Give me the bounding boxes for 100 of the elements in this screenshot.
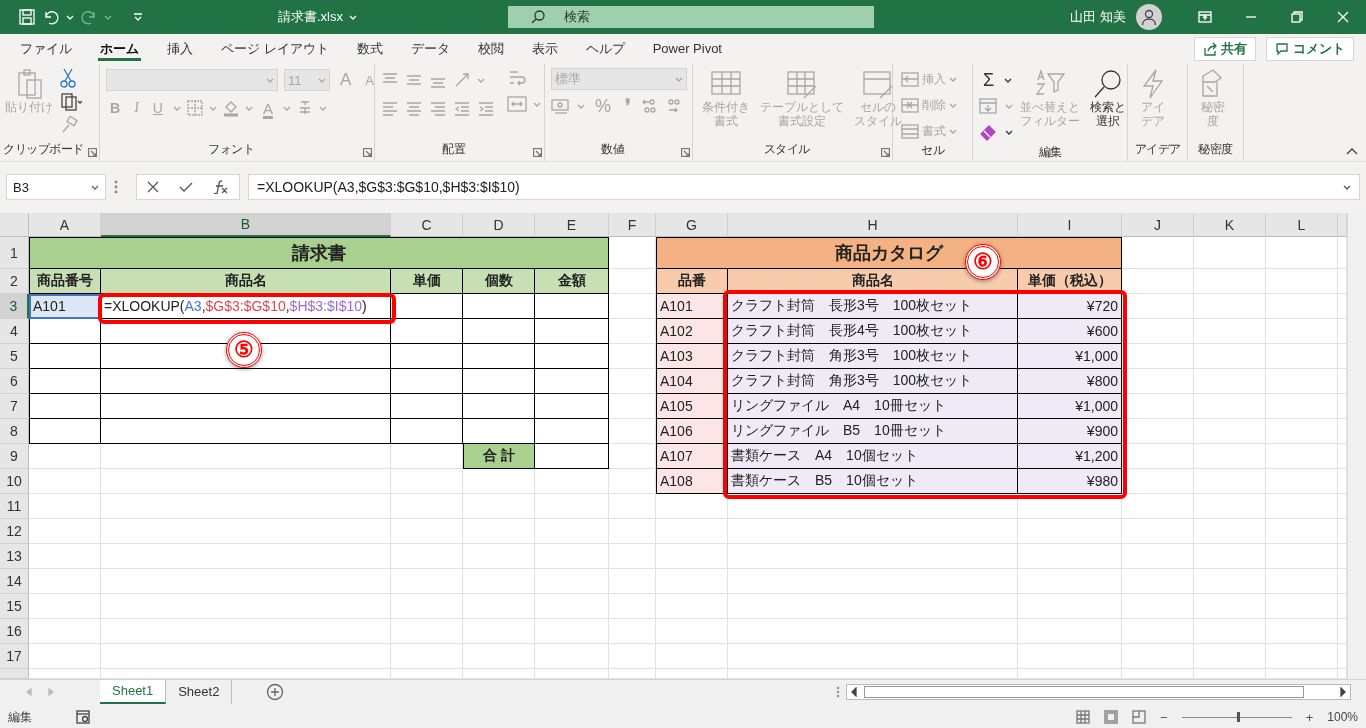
caret-icon[interactable] xyxy=(91,183,99,191)
copy-icon[interactable] xyxy=(60,92,82,112)
empty-cell[interactable] xyxy=(463,569,535,594)
empty-cell[interactable] xyxy=(1122,619,1194,644)
ribbon-tab[interactable]: 表示 xyxy=(517,34,572,64)
ribbon-tab[interactable]: ホーム xyxy=(86,34,153,64)
share-button[interactable]: 共有 xyxy=(1194,37,1256,61)
column-header[interactable] xyxy=(1338,213,1347,237)
empty-cell[interactable] xyxy=(463,544,535,569)
empty-cell[interactable] xyxy=(1266,469,1338,494)
empty-cell[interactable] xyxy=(1122,494,1194,519)
row-header[interactable]: 16 xyxy=(0,619,29,644)
ribbon-tab[interactable]: 挿入 xyxy=(153,34,207,64)
empty-cell[interactable] xyxy=(1194,569,1266,594)
empty-cell[interactable] xyxy=(101,444,391,469)
empty-cell[interactable] xyxy=(728,619,1018,644)
empty-cell[interactable] xyxy=(463,519,535,544)
empty-cell[interactable] xyxy=(656,569,728,594)
row-header[interactable]: 14 xyxy=(0,569,29,594)
empty-cell[interactable] xyxy=(1266,569,1338,594)
empty-cell[interactable] xyxy=(1266,369,1338,394)
currency-icon[interactable] xyxy=(551,97,571,115)
row-header[interactable]: 11 xyxy=(0,494,29,519)
column-header[interactable]: B xyxy=(101,213,391,237)
dialog-launcher-icon[interactable] xyxy=(88,148,97,157)
empty-cell[interactable] xyxy=(1018,519,1122,544)
empty-cell[interactable] xyxy=(1266,394,1338,419)
empty-cell[interactable] xyxy=(1266,269,1338,294)
sheet-tab[interactable]: Sheet2 xyxy=(166,679,233,704)
format-painter-icon[interactable] xyxy=(60,116,78,134)
name-box[interactable]: B3 xyxy=(6,174,106,200)
select-all-button[interactable] xyxy=(0,213,29,237)
empty-cell[interactable] xyxy=(1122,519,1194,544)
horizontal-scrollbar[interactable] xyxy=(846,683,1351,700)
page-break-icon[interactable] xyxy=(1132,710,1147,724)
empty-cell[interactable] xyxy=(1194,519,1266,544)
row-header[interactable]: 12 xyxy=(0,519,29,544)
enter-icon[interactable] xyxy=(179,181,193,193)
empty-cell[interactable] xyxy=(728,519,1018,544)
empty-cell[interactable] xyxy=(463,469,535,494)
fill-color-icon[interactable] xyxy=(222,99,239,117)
empty-cell[interactable] xyxy=(609,544,656,569)
empty-cell[interactable] xyxy=(391,569,463,594)
empty-cell[interactable] xyxy=(1194,344,1266,369)
row-header[interactable]: 5 xyxy=(0,344,29,369)
row-header[interactable]: 4 xyxy=(0,319,29,344)
ribbon-display-icon[interactable] xyxy=(1198,11,1212,23)
next-sheet-icon[interactable] xyxy=(48,687,54,696)
empty-cell[interactable] xyxy=(101,644,391,669)
empty-cell[interactable] xyxy=(1266,344,1338,369)
orientation-icon[interactable] xyxy=(453,71,471,89)
increase-decimal-icon[interactable] xyxy=(641,97,659,115)
empty-cell[interactable] xyxy=(609,494,656,519)
formula-field[interactable]: =XLOOKUP(A3,$G$3:$G$10,$H$3:$I$10) xyxy=(248,174,1360,200)
row-header[interactable]: 1 xyxy=(0,237,29,269)
zoom-slider-thumb[interactable] xyxy=(1236,711,1240,722)
column-header[interactable]: F xyxy=(609,213,656,237)
row-header[interactable]: 9 xyxy=(0,444,29,469)
empty-cell[interactable] xyxy=(1266,519,1338,544)
zoom-level[interactable]: 100% xyxy=(1327,710,1358,724)
empty-cell[interactable] xyxy=(1194,619,1266,644)
empty-cell[interactable] xyxy=(1018,644,1122,669)
empty-cell[interactable] xyxy=(1194,494,1266,519)
caret-icon[interactable] xyxy=(1343,183,1351,191)
align-icon[interactable] xyxy=(381,99,399,117)
search-field[interactable]: 検索 xyxy=(508,6,874,28)
row-header[interactable]: 6 xyxy=(0,369,29,394)
ribbon-tab[interactable]: 数式 xyxy=(342,34,397,64)
column-header[interactable]: G xyxy=(656,213,728,237)
empty-cell[interactable] xyxy=(656,519,728,544)
fill-down-icon[interactable] xyxy=(979,97,999,115)
empty-cell[interactable] xyxy=(463,594,535,619)
empty-cell[interactable] xyxy=(1122,644,1194,669)
empty-cell[interactable] xyxy=(463,619,535,644)
row-header[interactable]: 15 xyxy=(0,594,29,619)
column-header[interactable]: L xyxy=(1266,213,1338,237)
empty-cell[interactable] xyxy=(609,569,656,594)
empty-cell[interactable] xyxy=(1018,569,1122,594)
empty-cell[interactable] xyxy=(391,594,463,619)
avatar[interactable] xyxy=(1136,4,1162,30)
previous-sheet-icon[interactable] xyxy=(26,687,32,696)
row-header[interactable]: 7 xyxy=(0,394,29,419)
empty-cell[interactable] xyxy=(391,469,463,494)
empty-cell[interactable] xyxy=(1018,544,1122,569)
file-name[interactable]: 請求書.xlsx xyxy=(278,8,343,26)
empty-cell[interactable] xyxy=(1194,469,1266,494)
empty-cell[interactable] xyxy=(535,619,609,644)
empty-cell[interactable] xyxy=(1194,419,1266,444)
align-icon[interactable] xyxy=(477,99,495,117)
undo-icon[interactable] xyxy=(42,8,60,26)
empty-cell[interactable] xyxy=(1194,544,1266,569)
empty-cell[interactable] xyxy=(1194,237,1266,269)
customize-icon[interactable] xyxy=(132,11,144,23)
scroll-right-icon[interactable] xyxy=(1339,686,1347,697)
align-icon[interactable] xyxy=(405,99,423,117)
dialog-launcher-icon[interactable] xyxy=(533,148,542,157)
empty-cell[interactable] xyxy=(728,569,1018,594)
column-header[interactable]: E xyxy=(535,213,609,237)
empty-cell[interactable] xyxy=(101,619,391,644)
font-name-field[interactable] xyxy=(106,69,278,91)
